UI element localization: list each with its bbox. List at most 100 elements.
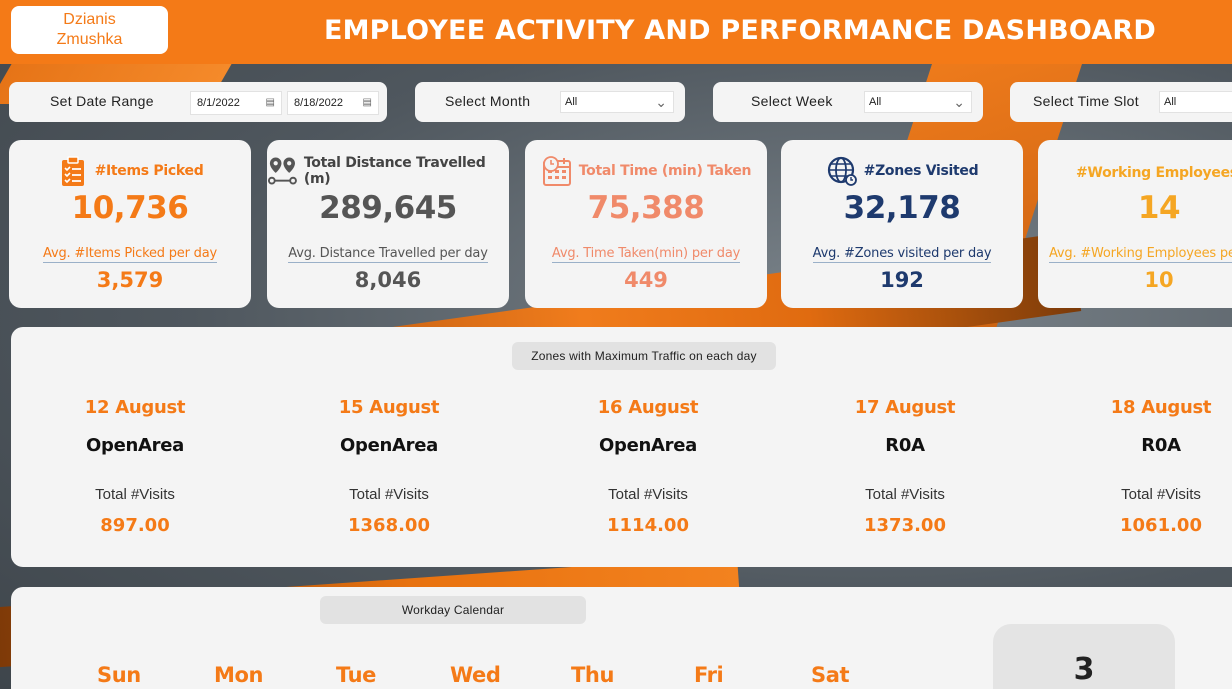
weekday-header: Thu xyxy=(571,663,615,687)
month-select[interactable]: All ⌄ xyxy=(560,91,674,113)
traffic-visits-value: 1368.00 xyxy=(348,515,430,536)
kpi-card-distance: Total Distance Travelled (m) 289,645 Avg… xyxy=(267,140,509,308)
workday-count-card: 3 xyxy=(993,624,1175,689)
traffic-date: 17 August xyxy=(854,397,956,418)
traffic-zone: OpenArea xyxy=(86,435,184,456)
globe-icon xyxy=(827,156,857,186)
max-traffic-title: Zones with Maximum Traffic on each day xyxy=(512,342,776,370)
kpi-sub-value: 449 xyxy=(624,268,668,292)
max-traffic-panel: Zones with Maximum Traffic on each day 1… xyxy=(11,327,1232,567)
kpi-sub-value: 3,579 xyxy=(96,268,164,292)
time-slot-select[interactable]: All xyxy=(1159,91,1232,113)
header-bar: Dzianis Zmushka EMPLOYEE ACTIVITY AND PE… xyxy=(0,0,1232,64)
date-range-filter: Set Date Range 8/1/2022 ▤ 8/18/2022 ▤ xyxy=(9,82,387,122)
kpi-sub-label: Avg. #Items Picked per day xyxy=(9,246,251,263)
traffic-day-column: 12 August OpenArea Total #Visits 897.00 xyxy=(35,397,235,536)
kpi-sub-label: Avg. #Working Employees per day xyxy=(1049,246,1232,263)
kpi-value: 32,178 xyxy=(843,190,961,226)
weekday-header: Tue xyxy=(336,663,377,687)
calendar-icon[interactable]: ▤ xyxy=(363,97,372,108)
kpi-sub-label-text: Avg. Time Taken(min) per day xyxy=(551,246,741,263)
chevron-down-icon[interactable]: ⌄ xyxy=(953,94,965,111)
kpi-sub-label: Avg. #Zones visited per day xyxy=(781,246,1023,263)
kpi-card-working-employees: #Working Employees 14 Avg. #Working Empl… xyxy=(1038,140,1232,308)
author-badge: Dzianis Zmushka xyxy=(11,6,168,54)
clipboard-checklist-icon xyxy=(61,156,84,186)
calendar-clock-icon xyxy=(542,156,571,186)
weekday-header: Mon xyxy=(214,663,264,687)
time-slot-filter-label: Select Time Slot xyxy=(1033,93,1139,109)
kpi-sub-value: 8,046 xyxy=(354,268,422,292)
traffic-date: 18 August xyxy=(1110,397,1212,418)
kpi-sub-label-text: Avg. #Zones visited per day xyxy=(812,246,992,263)
start-date-input[interactable]: 8/1/2022 ▤ xyxy=(190,91,282,115)
month-select-value: All xyxy=(565,96,578,108)
kpi-value: 14 xyxy=(1137,190,1181,226)
traffic-zone: R0A xyxy=(1141,435,1181,456)
month-filter: Select Month All ⌄ xyxy=(415,82,685,122)
kpi-value: 10,736 xyxy=(71,190,189,226)
traffic-visits-value: 1114.00 xyxy=(607,515,689,536)
kpi-value: 75,388 xyxy=(587,190,705,226)
workday-calendar-panel: Workday Calendar Sun Mon Tue Wed Thu Fri… xyxy=(11,587,1232,689)
weekday-header: Wed xyxy=(450,663,501,687)
author-last-name: Zmushka xyxy=(56,31,123,48)
weekday-header: Sun xyxy=(97,663,141,687)
time-slot-select-value: All xyxy=(1164,96,1177,108)
end-date-value: 8/18/2022 xyxy=(294,97,343,109)
week-select-value: All xyxy=(869,96,882,108)
traffic-visits-value: 897.00 xyxy=(100,515,170,536)
traffic-visits-label: Total #Visits xyxy=(608,486,688,503)
kpi-title: #Zones Visited xyxy=(863,163,979,179)
traffic-visits-value: 1373.00 xyxy=(864,515,946,536)
date-range-label: Set Date Range xyxy=(50,93,154,109)
start-date-value: 8/1/2022 xyxy=(197,97,240,109)
workday-calendar-title: Workday Calendar xyxy=(320,596,586,624)
traffic-zone: OpenArea xyxy=(599,435,697,456)
calendar-icon[interactable]: ▤ xyxy=(266,97,275,108)
weekday-header: Sat xyxy=(811,663,850,687)
kpi-sub-value: 10 xyxy=(1144,268,1174,292)
traffic-date: 16 August xyxy=(597,397,699,418)
month-filter-label: Select Month xyxy=(445,93,531,109)
kpi-sub-label: Avg. Distance Travelled per day xyxy=(267,246,509,263)
weekday-header: Fri xyxy=(694,663,724,687)
traffic-visits-label: Total #Visits xyxy=(95,486,175,503)
traffic-day-column: 17 August R0A Total #Visits 1373.00 xyxy=(805,397,1005,536)
route-pin-icon xyxy=(267,157,297,185)
traffic-visits-value: 1061.00 xyxy=(1120,515,1202,536)
traffic-zone: R0A xyxy=(885,435,925,456)
traffic-day-column: 18 August R0A Total #Visits 1061.00 xyxy=(1061,397,1232,536)
kpi-value: 289,645 xyxy=(319,190,457,226)
kpi-card-zones-visited: #Zones Visited 32,178 Avg. #Zones visite… xyxy=(781,140,1023,308)
kpi-card-items-picked: #Items Picked 10,736 Avg. #Items Picked … xyxy=(9,140,251,308)
traffic-date: 12 August xyxy=(84,397,186,418)
week-filter-label: Select Week xyxy=(751,93,833,109)
traffic-visits-label: Total #Visits xyxy=(349,486,429,503)
kpi-sub-label-text: Avg. #Items Picked per day xyxy=(43,246,217,263)
kpi-sub-label-text: Avg. #Working Employees per day xyxy=(1049,246,1232,263)
kpi-header: #Items Picked xyxy=(9,156,251,186)
time-slot-filter: Select Time Slot All xyxy=(1010,82,1232,122)
traffic-day-column: 15 August OpenArea Total #Visits 1368.00 xyxy=(289,397,489,536)
kpi-header: Total Distance Travelled (m) xyxy=(267,155,509,187)
end-date-input[interactable]: 8/18/2022 ▤ xyxy=(287,91,379,115)
traffic-date: 15 August xyxy=(338,397,440,418)
kpi-sub-label-text: Avg. Distance Travelled per day xyxy=(288,246,488,263)
kpi-sub-value: 192 xyxy=(880,268,924,292)
week-filter: Select Week All ⌄ xyxy=(713,82,983,122)
chevron-down-icon[interactable]: ⌄ xyxy=(655,94,667,111)
kpi-header: #Zones Visited xyxy=(781,156,1023,186)
kpi-header: Total Time (min) Taken xyxy=(525,156,767,186)
kpi-title: #Items Picked xyxy=(94,163,204,179)
week-select[interactable]: All ⌄ xyxy=(864,91,972,113)
kpi-sub-label: Avg. Time Taken(min) per day xyxy=(525,246,767,263)
kpi-card-time-taken: Total Time (min) Taken 75,388 Avg. Time … xyxy=(525,140,767,308)
page-title: EMPLOYEE ACTIVITY AND PERFORMANCE DASHBO… xyxy=(323,15,1157,46)
kpi-header: #Working Employees xyxy=(1038,158,1232,188)
traffic-day-column: 16 August OpenArea Total #Visits 1114.00 xyxy=(548,397,748,536)
kpi-title: #Working Employees xyxy=(1076,165,1232,181)
traffic-visits-label: Total #Visits xyxy=(865,486,945,503)
author-first-name: Dzianis xyxy=(63,11,116,28)
kpi-title: Total Distance Travelled (m) xyxy=(303,155,486,187)
